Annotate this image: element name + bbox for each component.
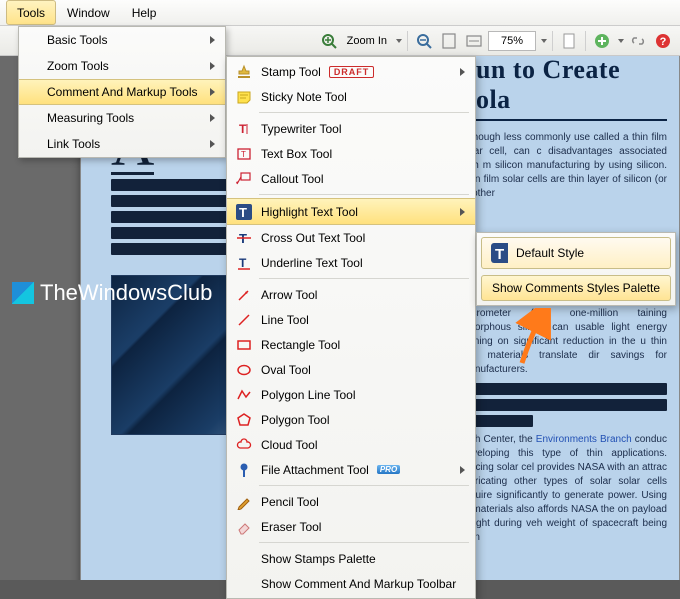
body-text: Although less commonly use called a thin… [461, 131, 667, 201]
submenu-arrow-icon [210, 88, 215, 96]
pencil-icon [235, 493, 253, 511]
watermark: TheWindowsClub [12, 280, 212, 306]
polygon-icon [235, 411, 253, 429]
show-comments-styles-palette[interactable]: Show Comments Styles Palette [481, 275, 671, 301]
menu-window[interactable]: Window [56, 0, 121, 25]
svg-text:?: ? [660, 36, 667, 48]
callout-tool[interactable]: Callout Tool [227, 166, 475, 191]
zoom-out-icon[interactable] [413, 30, 435, 52]
tools-menu: Basic Tools Zoom Tools Comment And Marku… [18, 26, 226, 158]
page-icon[interactable] [558, 30, 580, 52]
submenu-arrow-icon [460, 466, 465, 474]
oval-icon [235, 361, 253, 379]
svg-text:T: T [495, 246, 504, 263]
zoom-value-input[interactable] [488, 31, 536, 51]
cloud-tool[interactable]: Cloud Tool [227, 432, 475, 457]
link-text[interactable]: Environments Branch [536, 434, 632, 445]
svg-text:T: T [239, 122, 247, 136]
chevron-down-icon[interactable] [396, 39, 402, 43]
eraser-tool[interactable]: Eraser Tool [227, 514, 475, 539]
zoom-label: Zoom In [343, 35, 391, 47]
submenu-arrow-icon [460, 208, 465, 216]
menu-zoom-tools[interactable]: Zoom Tools [19, 53, 225, 79]
text-box-icon: T [235, 145, 253, 163]
body-text: arch Center, the Environments Branch con… [461, 433, 667, 545]
menu-basic-tools[interactable]: Basic Tools [19, 27, 225, 53]
fit-page-icon[interactable] [438, 30, 460, 52]
menu-comment-markup-tools[interactable]: Comment And Markup Tools [19, 79, 225, 105]
file-attachment-tool[interactable]: File Attachment Tool PRO [227, 457, 475, 482]
polygon-tool[interactable]: Polygon Tool [227, 407, 475, 432]
highlight-text-tool[interactable]: T Highlight Text Tool [227, 198, 475, 225]
strikethrough-icon: T [235, 229, 253, 247]
text-box-tool[interactable]: T Text Box Tool [227, 141, 475, 166]
stamp-tool[interactable]: Stamp Tool DRAFT [227, 59, 475, 84]
highlight-icon: T [490, 244, 508, 262]
help-icon[interactable]: ? [652, 30, 674, 52]
menu-help[interactable]: Help [121, 0, 168, 25]
cloud-icon [235, 436, 253, 454]
link-icon[interactable] [627, 30, 649, 52]
show-stamps-palette[interactable]: Show Stamps Palette [227, 546, 475, 571]
typewriter-icon: T [235, 120, 253, 138]
svg-text:T: T [239, 205, 247, 220]
menu-link-tools[interactable]: Link Tools [19, 131, 225, 157]
chevron-down-icon[interactable] [618, 39, 624, 43]
pushpin-icon [235, 461, 253, 479]
line-icon [235, 311, 253, 329]
add-icon[interactable] [591, 30, 613, 52]
cross-out-text-tool[interactable]: T Cross Out Text Tool [227, 225, 475, 250]
underline-text-tool[interactable]: T Underline Text Tool [227, 250, 475, 275]
menu-tools[interactable]: Tools [6, 0, 56, 25]
comment-markup-submenu: Stamp Tool DRAFT Sticky Note Tool T Type… [226, 56, 476, 599]
underline-icon: T [235, 254, 253, 272]
arrow-tool[interactable]: Arrow Tool [227, 282, 475, 307]
submenu-arrow-icon [460, 68, 465, 76]
sticky-note-tool[interactable]: Sticky Note Tool [227, 84, 475, 109]
submenu-arrow-icon [210, 36, 215, 44]
draft-badge: DRAFT [329, 66, 375, 78]
sticky-note-icon [235, 88, 253, 106]
menu-measuring-tools[interactable]: Measuring Tools [19, 105, 225, 131]
polyline-icon [235, 386, 253, 404]
oval-tool[interactable]: Oval Tool [227, 357, 475, 382]
highlight-submenu: T Default Style Show Comments Styles Pal… [476, 232, 676, 306]
zoom-in-icon[interactable] [318, 30, 340, 52]
highlight-icon: T [235, 203, 253, 221]
submenu-arrow-icon [210, 140, 215, 148]
polygon-line-tool[interactable]: Polygon Line Tool [227, 382, 475, 407]
typewriter-tool[interactable]: T Typewriter Tool [227, 116, 475, 141]
chevron-down-icon[interactable] [541, 39, 547, 43]
callout-icon [235, 170, 253, 188]
svg-text:T: T [239, 256, 247, 270]
svg-text:T: T [241, 150, 246, 159]
logo-icon [12, 282, 34, 304]
pro-badge: PRO [377, 465, 400, 474]
submenu-arrow-icon [210, 62, 215, 70]
pencil-tool[interactable]: Pencil Tool [227, 489, 475, 514]
default-style-option[interactable]: T Default Style [481, 237, 671, 269]
arrow-icon [235, 286, 253, 304]
rectangle-tool[interactable]: Rectangle Tool [227, 332, 475, 357]
submenu-arrow-icon [210, 114, 215, 122]
show-markup-toolbar[interactable]: Show Comment And Markup Toolbar [227, 571, 475, 596]
document-heading: Sun to Create Sola [461, 56, 667, 121]
stamp-icon [235, 63, 253, 81]
menubar: Tools Window Help [0, 0, 680, 26]
rectangle-icon [235, 336, 253, 354]
line-tool[interactable]: Line Tool [227, 307, 475, 332]
fit-width-icon[interactable] [463, 30, 485, 52]
eraser-icon [235, 518, 253, 536]
